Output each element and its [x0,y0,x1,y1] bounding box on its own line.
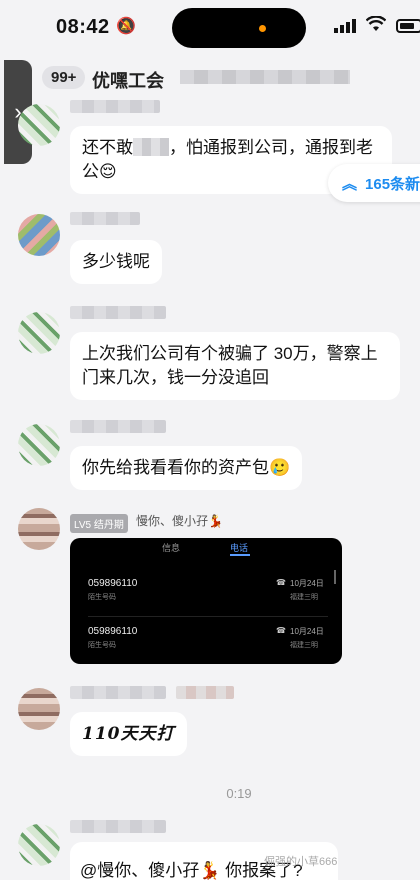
message-text: 还不敢 [82,138,133,157]
call-location: 福建三明 [290,642,318,649]
message-bubble[interactable]: 你先给我看看你的资产包🥲 [70,446,303,490]
call-location: 福建三明 [290,594,318,601]
status-bar: 08:42 🔕 [0,0,420,58]
avatar[interactable] [18,312,60,354]
voice-duration: 0:19 [226,786,252,801]
avatar[interactable] [18,424,60,466]
phone-icon: ☎ [276,626,286,635]
call-date: 10月24日 [290,579,324,588]
sender-name-blurred [70,820,166,833]
message-text: 上次我们公司有个被骗了 30万，警察上门来几次，钱一分没追回 [82,344,378,387]
watermark: 倔强的小草666 [264,856,338,868]
call-number: 059896110 [88,626,138,637]
sender-name-blurred [70,686,166,699]
dynamic-island [172,8,306,48]
divider [88,616,328,617]
avatar[interactable] [18,824,60,866]
sender-name-blurred [70,420,166,433]
sender-name-blurred [70,306,166,319]
shot-tab-indicator [230,554,250,556]
sender-name: 慢你、傻小孖💃 [136,514,223,528]
message-text: 多少钱呢 [82,252,150,271]
shot-scrollbar [334,570,336,584]
chat-header: ‹ 99+ 优嘿工会 [0,58,420,98]
level-badge: LV5 结丹期 [70,514,128,533]
message-text: 你先给我看看你的资产包🥲 [82,458,291,477]
new-messages-count: 165条新 [365,176,420,193]
call-label: 陌生号码 [88,594,116,601]
wifi-icon [365,15,387,37]
sender-tag-blurred [176,686,234,699]
call-label: 陌生号码 [88,642,116,649]
call-date: 10月24日 [290,627,324,636]
unread-count-badge[interactable]: 99+ [42,66,86,89]
bell-slash-icon: 🔕 [116,18,136,35]
message-bubble[interactable]: 多少钱呢 [70,240,162,284]
avatar[interactable] [18,688,60,730]
call-number: 059896110 [88,578,138,589]
shot-tab-messages: 信息 [162,543,181,553]
avatar[interactable] [18,104,60,146]
battery-icon [396,19,420,33]
blurred-word [133,138,169,156]
jump-to-new-messages-button[interactable]: ︽ 165条新 [328,164,420,202]
message-bubble[interactable]: 上次我们公司有个被骗了 30万，警察上门来几次，钱一分没追回 [70,332,400,400]
avatar[interactable] [18,214,60,256]
phone-icon: ☎ [276,578,286,587]
avatar[interactable] [18,508,60,550]
image-message[interactable]: 信息 电话 059896110 陌生号码 ☎ 10月24日 福建三明 05989… [70,538,342,664]
sender-name-blurred [70,212,140,225]
title-blurred-text [180,70,350,84]
group-title: 优嘿工会 [92,71,164,91]
double-chevron-up-icon: ︽ [342,176,358,193]
shot-tab-calls: 电话 [230,543,249,553]
status-time: 08:42 [56,16,110,38]
sender-name-blurred [70,100,160,113]
cellular-signal-icon [334,19,356,33]
message-bubble[interactable]: 110天天打 [70,712,187,756]
message-text: 110天天打 [82,724,175,744]
